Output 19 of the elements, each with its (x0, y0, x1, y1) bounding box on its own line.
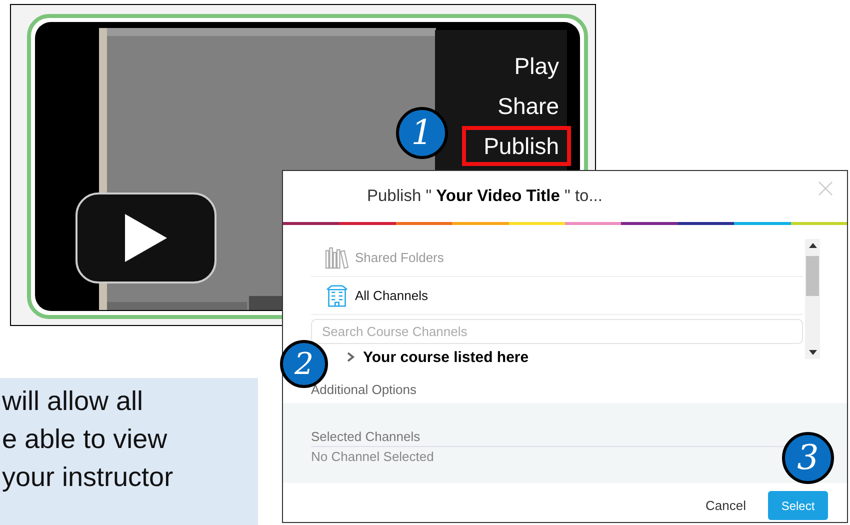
callout-text: e able to view (1, 423, 168, 456)
scrollbar[interactable] (805, 239, 820, 359)
callout-text: your instructor (1, 461, 174, 494)
scroll-up-icon[interactable] (808, 243, 816, 248)
books-icon (325, 246, 349, 268)
search-field[interactable]: Search Course Channels (311, 319, 803, 344)
building-icon (325, 284, 349, 306)
selected-value: No Channel Selected (311, 448, 434, 464)
chevron-icon[interactable] (345, 352, 355, 362)
tree-item[interactable]: Your course listed here (363, 348, 529, 366)
menu-item[interactable]: Share (476, 86, 571, 126)
menu-item[interactable]: Publish (462, 126, 571, 166)
list-item[interactable]: All Channels (311, 277, 803, 315)
cancel-button[interactable]: Cancel (700, 497, 752, 514)
play-icon[interactable] (75, 192, 217, 284)
dialog-title: Publish " Your Video Title " to... (367, 187, 602, 206)
callout-text: will allow all (1, 385, 144, 418)
scroll-down-icon[interactable] (808, 350, 816, 355)
menu-item[interactable]: Play (492, 46, 571, 86)
